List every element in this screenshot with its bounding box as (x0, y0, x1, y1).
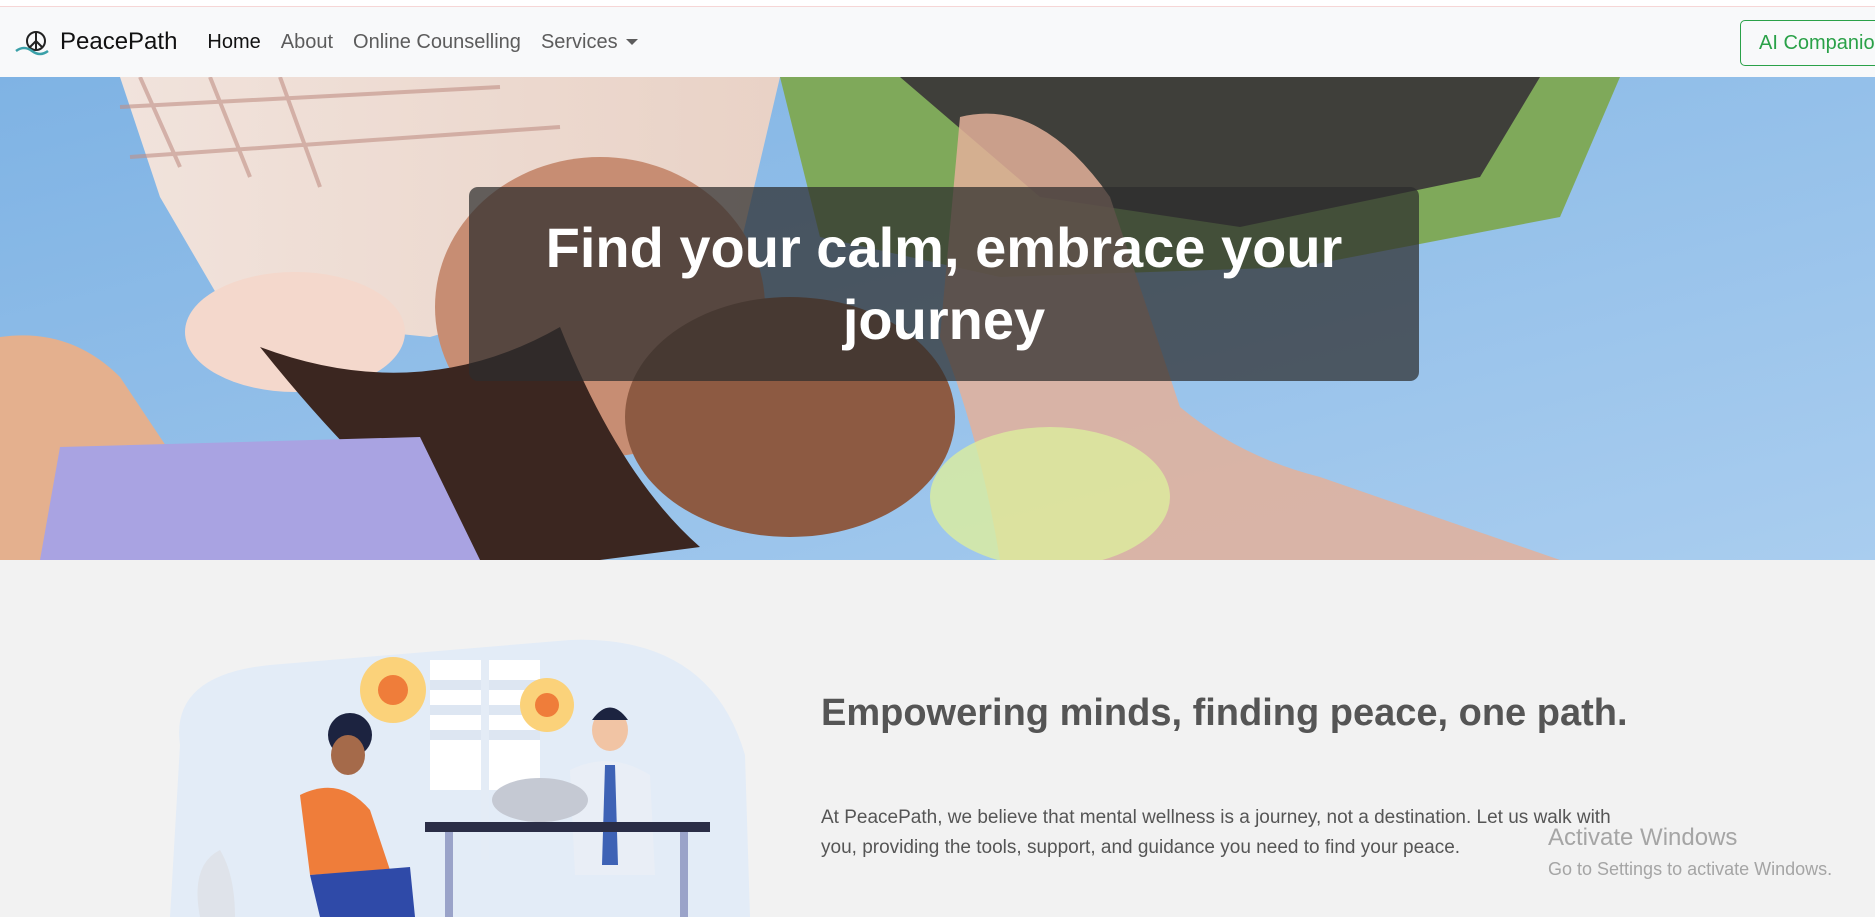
peace-sign-wave-icon (15, 31, 49, 56)
brand-link[interactable]: PeacePath (14, 27, 177, 57)
chevron-down-icon (625, 39, 638, 46)
watermark-subtitle: Go to Settings to activate Windows. (1548, 859, 1833, 879)
nav-links: Home About Online Counselling Services (207, 31, 657, 54)
nav-about[interactable]: About (281, 31, 333, 54)
nav-online-counselling[interactable]: Online Counselling (353, 31, 521, 54)
navbar: PeacePath Home About Online Counselling … (0, 7, 1875, 77)
hero-caption-box: Find your calm, embrace your journey (469, 187, 1419, 381)
about-description: At PeacePath, we believe that mental wel… (821, 807, 1611, 858)
ai-companion-button[interactable]: AI Companion (1740, 20, 1875, 66)
counselling-illustration (170, 639, 750, 917)
windows-activation-watermark: Activate Windows Go to Settings to activ… (1548, 825, 1832, 881)
nav-services-label: Services (540, 30, 618, 53)
hero-banner: Find your calm, embrace your journey (0, 77, 1875, 560)
hero-title: Find your calm, embrace your journey (545, 216, 1343, 351)
top-border (0, 0, 1875, 7)
about-heading: Empowering minds, finding peace, one pat… (821, 692, 1628, 734)
nav-home[interactable]: Home (207, 31, 260, 54)
nav-services-dropdown[interactable]: Services (541, 31, 638, 54)
brand-name: PeacePath (60, 28, 178, 55)
watermark-title: Activate Windows (1548, 824, 1738, 851)
